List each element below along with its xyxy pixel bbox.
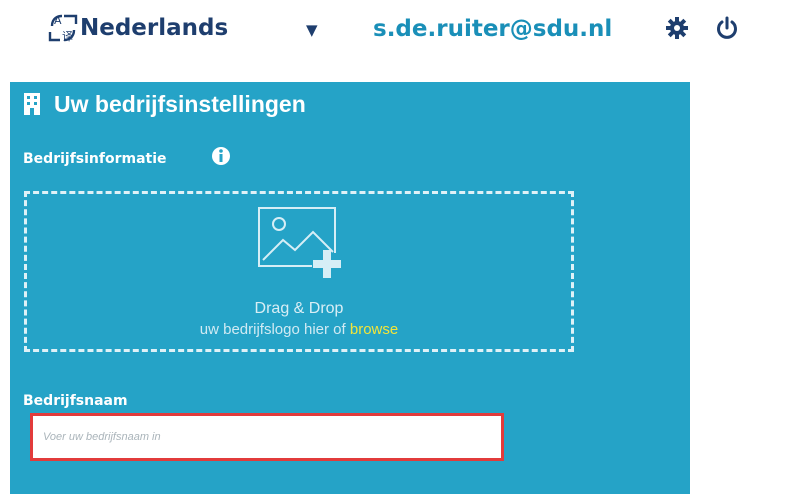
dropzone-title: Drag & Drop xyxy=(254,300,344,317)
browse-link[interactable]: browse xyxy=(350,321,398,338)
logo-dropzone[interactable]: Drag & Drop uw bedrijfslogo hier of brow… xyxy=(24,191,574,352)
power-icon[interactable] xyxy=(715,16,739,40)
gear-icon[interactable] xyxy=(666,17,688,39)
dropzone-subtitle-text: uw bedrijfslogo hier of xyxy=(199,321,350,338)
company-name-input[interactable] xyxy=(30,413,504,461)
dropzone-subtitle: uw bedrijfslogo hier of browse xyxy=(27,320,571,340)
language-label[interactable]: Nederlands xyxy=(80,12,228,44)
user-email[interactable]: s.de.ruiter@sdu.nl xyxy=(373,13,612,45)
page-title: Uw bedrijfsinstellingen xyxy=(54,91,306,117)
chevron-down-icon[interactable]: ▼ xyxy=(306,20,318,40)
section-label: Bedrijfsinformatie xyxy=(23,151,167,167)
company-name-label: Bedrijfsnaam xyxy=(23,393,128,409)
info-icon[interactable] xyxy=(211,146,231,166)
language-icon[interactable]: A 译 xyxy=(48,12,78,44)
image-add-icon xyxy=(258,207,342,278)
company-settings-panel: Uw bedrijfsinstellingen Bedrijfsinformat… xyxy=(10,82,690,494)
top-bar: A 译 Nederlands ▼ s.de.ruiter@sdu.nl xyxy=(0,0,787,60)
building-icon xyxy=(24,93,40,115)
